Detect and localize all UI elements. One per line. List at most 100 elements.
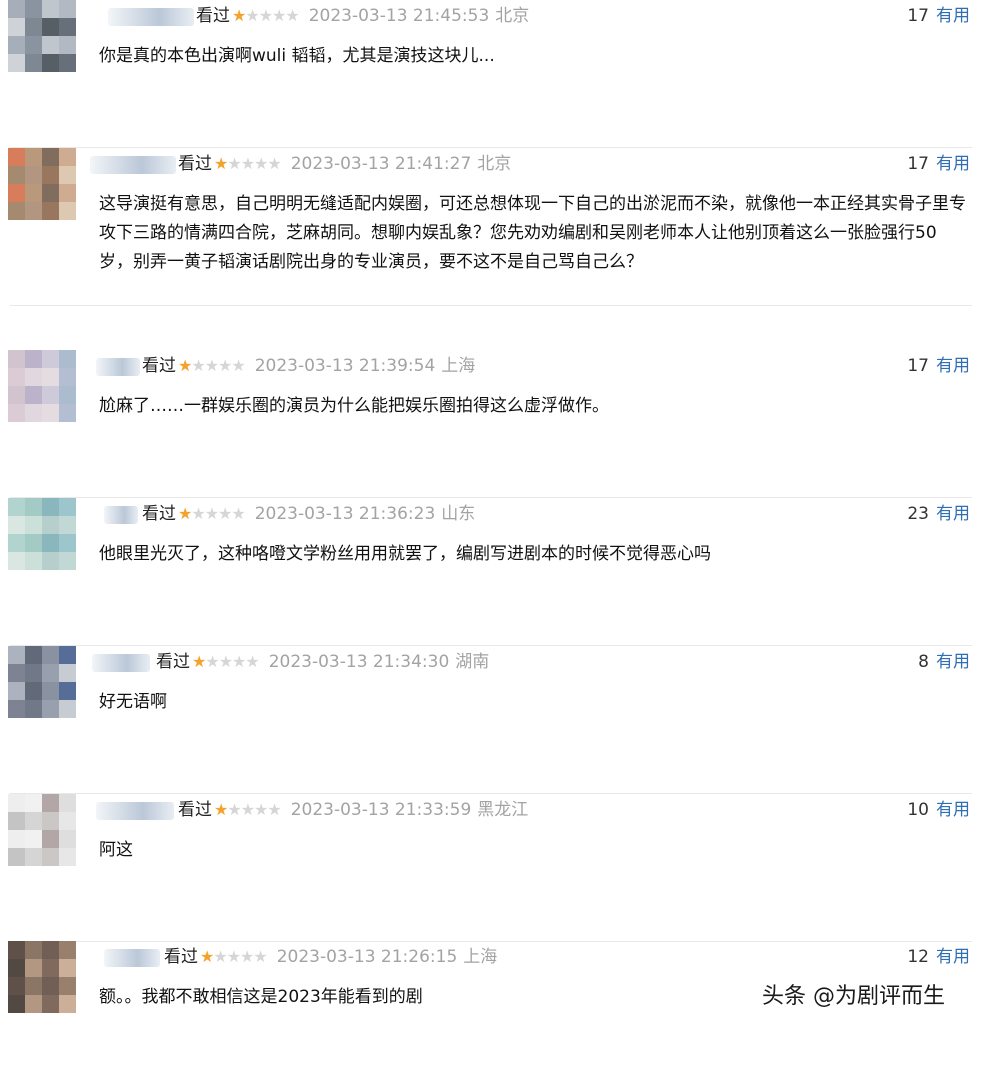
avatar[interactable] (8, 350, 76, 422)
avatar[interactable] (8, 941, 76, 1013)
review-item: 看过 ★ ★ ★ ★ ★ 2023-03-13 21:41:27 北京 17 有用 这导演… (0, 148, 992, 306)
useful-button[interactable]: 有用 (936, 947, 970, 967)
review-content: 这导演挺有意思，自己明明无缝适配内娱圈，可还总想体现一下自己的出淤泥而不染，就像… (99, 194, 966, 272)
star-empty-icon: ★ (218, 652, 233, 671)
avatar[interactable] (8, 0, 76, 72)
useful-votes: 17 有用 (907, 4, 970, 28)
star-empty-icon: ★ (227, 154, 241, 173)
watched-label: 看过 (164, 947, 198, 967)
review-time: 2023-03-13 21:45:53 (308, 6, 490, 26)
review-location: 上海 (463, 947, 498, 967)
review-location: 山东 (441, 504, 476, 524)
avatar[interactable] (8, 646, 76, 718)
useful-count: 17 (907, 356, 929, 376)
watched-label: 看过 (178, 800, 212, 820)
username-blurred[interactable] (90, 156, 176, 174)
username-blurred[interactable] (104, 949, 160, 967)
star-empty-icon: ★ (272, 6, 286, 25)
star-empty-icon: ★ (267, 800, 281, 819)
star-filled-icon: ★ (214, 800, 228, 819)
review-location: 湖南 (455, 652, 490, 672)
star-empty-icon: ★ (245, 6, 259, 25)
star-empty-icon: ★ (240, 947, 254, 966)
review-meta: 看过 ★ ★ ★ ★ ★ 2023-03-13 21:39:54 上海 (142, 354, 475, 378)
rating-stars: ★ ★ ★ ★ ★ (178, 354, 246, 378)
rating-stars: ★ ★ ★ ★ ★ (200, 945, 268, 969)
username-blurred[interactable] (104, 506, 138, 524)
useful-votes: 12 有用 (907, 945, 970, 969)
watched-label: 看过 (178, 154, 212, 174)
avatar[interactable] (8, 794, 76, 866)
watched-label: 看过 (142, 356, 176, 376)
star-empty-icon: ★ (267, 154, 281, 173)
avatar[interactable] (8, 148, 76, 220)
useful-button[interactable]: 有用 (936, 504, 970, 524)
review-location: 北京 (495, 6, 530, 26)
useful-button[interactable]: 有用 (936, 652, 970, 672)
review-content: 尬麻了……一群娱乐圈的演员为什么能把娱乐圈拍得这么虚浮做作。 (99, 396, 609, 416)
username-blurred[interactable] (96, 358, 140, 376)
star-empty-icon: ★ (254, 154, 268, 173)
username-blurred[interactable] (96, 802, 174, 820)
star-empty-icon: ★ (258, 6, 273, 25)
star-empty-icon: ★ (231, 356, 245, 375)
review-meta: 看过 ★ ★ ★ ★ ★ 2023-03-13 21:33:59 黑龙江 (178, 798, 528, 822)
review-location: 黑龙江 (477, 800, 529, 820)
review-time: 2023-03-13 21:26:15 (276, 947, 458, 967)
star-empty-icon: ★ (240, 154, 255, 173)
star-empty-icon: ★ (227, 800, 241, 819)
star-filled-icon: ★ (192, 652, 206, 671)
review-content: 好无语啊 (99, 692, 167, 712)
review-time: 2023-03-13 21:41:27 (290, 154, 472, 174)
star-filled-icon: ★ (214, 154, 228, 173)
star-empty-icon: ★ (205, 652, 219, 671)
review-item: 看过 ★ ★ ★ ★ ★ 2023-03-13 21:45:53 北京 17 有用 你是真… (0, 0, 992, 148)
star-empty-icon: ★ (191, 356, 205, 375)
rating-stars: ★ ★ ★ ★ ★ (192, 650, 260, 674)
useful-count: 8 (918, 652, 929, 672)
divider (10, 305, 972, 306)
useful-votes: 17 有用 (907, 354, 970, 378)
rating-stars: ★ ★ ★ ★ ★ (214, 152, 282, 176)
star-filled-icon: ★ (200, 947, 214, 966)
watched-label: 看过 (196, 6, 230, 26)
useful-count: 23 (907, 504, 929, 524)
useful-votes: 10 有用 (907, 798, 970, 822)
useful-count: 12 (907, 947, 929, 967)
star-filled-icon: ★ (178, 504, 192, 523)
useful-count: 10 (907, 800, 929, 820)
review-item: 看过 ★ ★ ★ ★ ★ 2023-03-13 21:39:54 上海 17 有用 尬麻了… (0, 350, 992, 498)
rating-stars: ★ ★ ★ ★ ★ (214, 798, 282, 822)
watched-label: 看过 (142, 504, 176, 524)
watermark: 头条 @为剧评而生 (762, 984, 945, 1009)
star-empty-icon: ★ (245, 652, 259, 671)
review-meta: 看过 ★ ★ ★ ★ ★ 2023-03-13 21:36:23 山东 (142, 502, 475, 526)
avatar[interactable] (8, 498, 76, 570)
username-blurred[interactable] (92, 654, 150, 672)
star-empty-icon: ★ (226, 947, 241, 966)
rating-stars: ★ ★ ★ ★ ★ (178, 502, 246, 526)
useful-button[interactable]: 有用 (936, 800, 970, 820)
review-time: 2023-03-13 21:33:59 (290, 800, 472, 820)
review-location: 上海 (441, 356, 476, 376)
useful-button[interactable]: 有用 (936, 154, 970, 174)
star-empty-icon: ★ (240, 800, 255, 819)
username-blurred[interactable] (108, 8, 194, 26)
useful-votes: 8 有用 (918, 650, 970, 674)
review-meta: 看过 ★ ★ ★ ★ ★ 2023-03-13 21:41:27 北京 (178, 152, 511, 176)
review-item: 看过 ★ ★ ★ ★ ★ 2023-03-13 21:26:15 上海 12 有用 额。。… (0, 941, 992, 1089)
useful-button[interactable]: 有用 (936, 356, 970, 376)
star-empty-icon: ★ (213, 947, 227, 966)
review-item: 看过 ★ ★ ★ ★ ★ 2023-03-13 21:36:23 山东 23 有用 他眼里… (0, 498, 992, 646)
review-location: 北京 (477, 154, 512, 174)
rating-stars: ★ ★ ★ ★ ★ (232, 4, 300, 28)
star-empty-icon: ★ (204, 356, 219, 375)
review-time: 2023-03-13 21:36:23 (254, 504, 436, 524)
star-empty-icon: ★ (231, 504, 245, 523)
review-content: 他眼里光灭了，这种咯噔文学粉丝用用就罢了，编剧写进剧本的时候不觉得恶心吗 (99, 544, 711, 564)
useful-votes: 23 有用 (907, 502, 970, 526)
review-meta: 看过 ★ ★ ★ ★ ★ 2023-03-13 21:26:15 上海 (164, 945, 497, 969)
star-empty-icon: ★ (218, 356, 232, 375)
useful-button[interactable]: 有用 (936, 6, 970, 26)
star-empty-icon: ★ (218, 504, 232, 523)
